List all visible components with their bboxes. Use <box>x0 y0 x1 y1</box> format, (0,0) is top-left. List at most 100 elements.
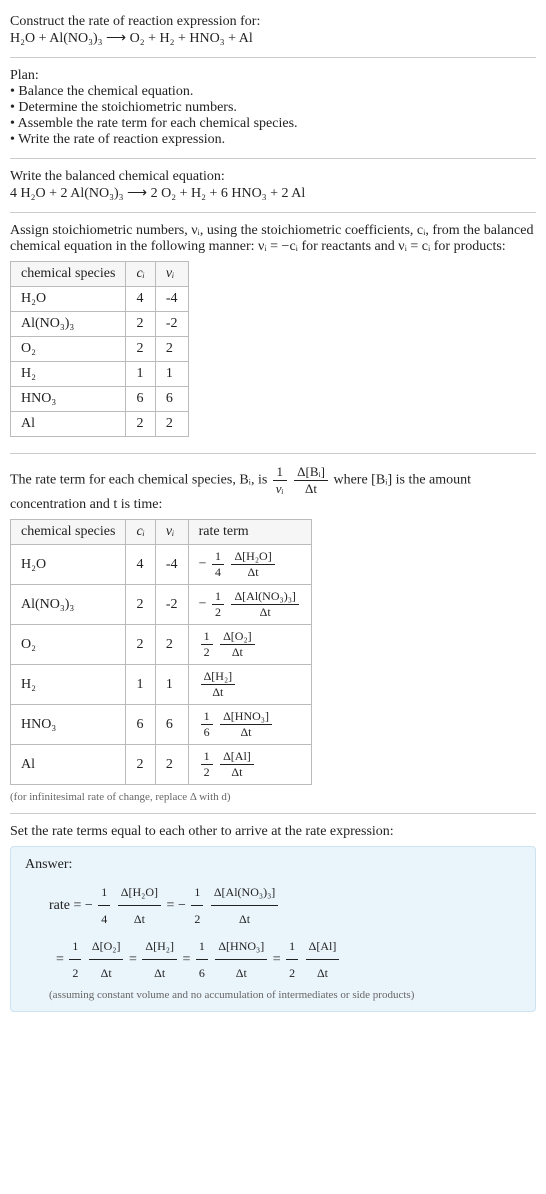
cell: O₂ <box>11 625 126 665</box>
col-rate-term: rate term <box>188 520 311 545</box>
cell: 2 <box>155 745 188 785</box>
balanced-equation: 4 H₂O + 2 Al(NO₃)₃ ⟶ 2 O₂ + H₂ + 6 HNO₃ … <box>10 185 536 202</box>
cell: Al(NO₃)₃ <box>11 312 126 337</box>
cell: O₂ <box>11 337 126 362</box>
stoich-section: Assign stoichiometric numbers, νᵢ, using… <box>10 217 536 449</box>
cell: -4 <box>155 545 188 585</box>
cell: 2 <box>126 585 155 625</box>
divider <box>10 212 536 213</box>
table-row: H₂11Δ[H₂]Δt <box>11 665 312 705</box>
plan-item: • Determine the stoichiometric numbers. <box>10 100 536 116</box>
cell: 2 <box>155 625 188 665</box>
table-row: H₂O4-4 <box>11 287 189 312</box>
table-row: Al22 <box>11 412 189 437</box>
cell: 2 <box>155 337 188 362</box>
rate-word: rate <box>49 898 70 913</box>
table-row: Al2212 Δ[Al]Δt <box>11 745 312 785</box>
col-ci: cᵢ <box>126 520 155 545</box>
final-section: Set the rate terms equal to each other t… <box>10 818 536 1018</box>
cell: 1 <box>155 665 188 705</box>
plan-heading: Plan: <box>10 68 536 84</box>
stoich-table: chemical species cᵢ νᵢ H₂O4-4 Al(NO₃)₃2-… <box>10 261 189 437</box>
cell: 2 <box>126 745 155 785</box>
table-row: O₂2212 Δ[O₂]Δt <box>11 625 312 665</box>
cell: -2 <box>155 312 188 337</box>
cell: HNO₃ <box>11 387 126 412</box>
table-row: H₂O4-4− 14 Δ[H₂O]Δt <box>11 545 312 585</box>
table-header-row: chemical species cᵢ νᵢ <box>11 262 189 287</box>
plan-item-text: Determine the stoichiometric numbers. <box>18 100 237 115</box>
final-note: (assuming constant volume and no accumul… <box>49 989 521 1001</box>
cell: 2 <box>126 625 155 665</box>
plan-item: • Balance the chemical equation. <box>10 84 536 100</box>
rateterm-text: The rate term for each chemical species,… <box>10 464 536 513</box>
divider <box>10 158 536 159</box>
cell: H₂O <box>11 545 126 585</box>
col-species: chemical species <box>11 520 126 545</box>
cell: 6 <box>155 705 188 745</box>
cell-rate-term: − 14 Δ[H₂O]Δt <box>188 545 311 585</box>
plan-item-text: Assemble the rate term for each chemical… <box>18 116 298 131</box>
cell: 4 <box>126 545 155 585</box>
text-part: The rate term for each chemical species,… <box>10 473 271 488</box>
cell-rate-term: 12 Δ[O₂]Δt <box>188 625 311 665</box>
cell: H₂O <box>11 287 126 312</box>
cell: 2 <box>126 337 155 362</box>
table-row: Al(NO₃)₃2-2− 12 Δ[Al(NO₃)₃]Δt <box>11 585 312 625</box>
cell: 4 <box>126 287 155 312</box>
intro-equation: H₂O + Al(NO₃)₃ ⟶ O₂ + H₂ + HNO₃ + Al <box>10 30 536 47</box>
cell: -2 <box>155 585 188 625</box>
balanced-section: Write the balanced chemical equation: 4 … <box>10 163 536 208</box>
cell: H₂ <box>11 362 126 387</box>
col-ci: cᵢ <box>126 262 155 287</box>
cell: H₂ <box>11 665 126 705</box>
cell: 6 <box>126 387 155 412</box>
plan-item: • Assemble the rate term for each chemic… <box>10 116 536 132</box>
cell: 1 <box>155 362 188 387</box>
frac-dBi-dt: Δ[Bᵢ] Δt <box>294 464 328 497</box>
divider <box>10 57 536 58</box>
cell: 6 <box>126 705 155 745</box>
cell: HNO₃ <box>11 705 126 745</box>
col-vi: νᵢ <box>155 262 188 287</box>
answer-box: Answer: rate = − 14 Δ[H₂O]Δt = − 12 Δ[Al… <box>10 846 536 1012</box>
table-row: Al(NO₃)₃2-2 <box>11 312 189 337</box>
cell: Al <box>11 412 126 437</box>
cell: 6 <box>155 387 188 412</box>
rateterm-note: (for infinitesimal rate of change, repla… <box>10 791 536 803</box>
cell-rate-term: 16 Δ[HNO₃]Δt <box>188 705 311 745</box>
divider <box>10 813 536 814</box>
plan-item-text: Write the rate of reaction expression. <box>18 132 225 147</box>
plan-section: Plan: • Balance the chemical equation. •… <box>10 62 536 154</box>
cell: -4 <box>155 287 188 312</box>
plan-item: • Write the rate of reaction expression. <box>10 132 536 148</box>
rateterm-section: The rate term for each chemical species,… <box>10 458 536 809</box>
col-vi: νᵢ <box>155 520 188 545</box>
balanced-heading: Write the balanced chemical equation: <box>10 169 536 185</box>
cell-rate-term: − 12 Δ[Al(NO₃)₃]Δt <box>188 585 311 625</box>
col-species: chemical species <box>11 262 126 287</box>
frac-one-over-nu: 1 νᵢ <box>273 464 287 497</box>
plan-item-text: Balance the chemical equation. <box>18 84 193 99</box>
intro-line: Construct the rate of reaction expressio… <box>10 14 536 30</box>
rate-expression: rate = − 14 Δ[H₂O]Δt = − 12 Δ[Al(NO₃)₃]Δ… <box>49 879 521 987</box>
cell: 2 <box>126 312 155 337</box>
table-row: HNO₃6616 Δ[HNO₃]Δt <box>11 705 312 745</box>
final-heading: Set the rate terms equal to each other t… <box>10 824 536 840</box>
cell-rate-term: Δ[H₂]Δt <box>188 665 311 705</box>
table-row: H₂11 <box>11 362 189 387</box>
cell: Al(NO₃)₃ <box>11 585 126 625</box>
cell-rate-term: 12 Δ[Al]Δt <box>188 745 311 785</box>
stoich-text: Assign stoichiometric numbers, νᵢ, using… <box>10 223 536 255</box>
rateterm-table: chemical species cᵢ νᵢ rate term H₂O4-4−… <box>10 519 312 785</box>
table-row: HNO₃66 <box>11 387 189 412</box>
cell: 1 <box>126 665 155 705</box>
divider <box>10 453 536 454</box>
cell: 2 <box>155 412 188 437</box>
cell: 2 <box>126 412 155 437</box>
answer-label: Answer: <box>25 857 521 873</box>
table-header-row: chemical species cᵢ νᵢ rate term <box>11 520 312 545</box>
cell: Al <box>11 745 126 785</box>
cell: 1 <box>126 362 155 387</box>
table-row: O₂22 <box>11 337 189 362</box>
